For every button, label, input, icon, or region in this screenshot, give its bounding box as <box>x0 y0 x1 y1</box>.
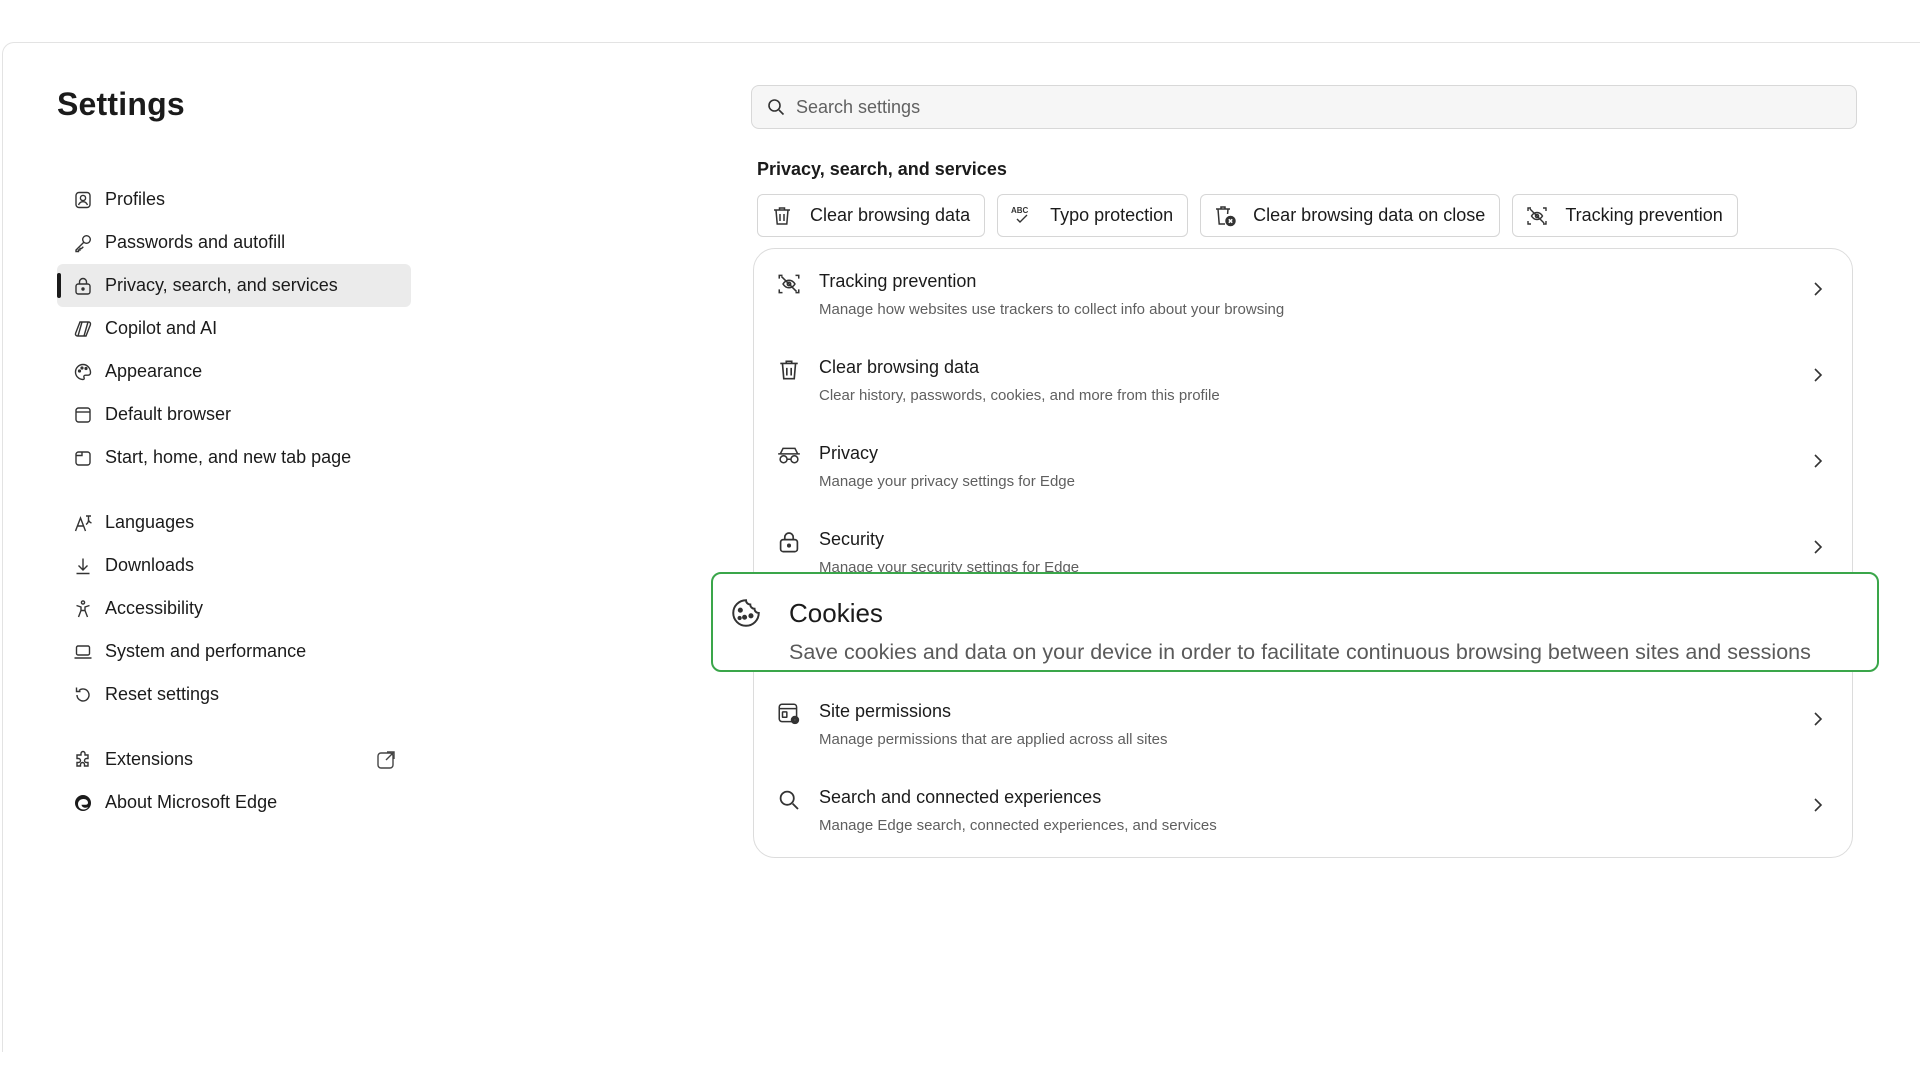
trash-icon <box>768 202 796 230</box>
trash-icon <box>776 357 802 383</box>
chevron-right-icon <box>1808 795 1828 815</box>
glasses-icon <box>776 443 802 469</box>
search-icon <box>766 97 786 117</box>
sidebar-item-profiles[interactable]: Profiles <box>57 178 411 221</box>
row-title: Cookies <box>789 598 883 628</box>
sidebar-item-default-browser[interactable]: Default browser <box>57 393 411 436</box>
sidebar-item-languages[interactable]: Languages <box>57 501 411 544</box>
reset-icon <box>71 683 95 707</box>
sidebar-item-label: Passwords and autofill <box>105 232 286 252</box>
trash-close-icon <box>1211 202 1239 230</box>
sidebar-item-start-home[interactable]: Start, home, and new tab page <box>57 436 411 479</box>
row-title: Privacy <box>819 443 879 463</box>
home-tab-icon <box>71 446 95 470</box>
sidebar-item-label: Extensions <box>105 749 194 769</box>
cookie-icon <box>729 596 763 630</box>
chevron-right-icon <box>1808 365 1828 385</box>
section-title: Privacy, search, and services <box>757 159 1007 179</box>
key-icon <box>71 231 95 255</box>
sidebar-item-downloads[interactable]: Downloads <box>57 544 411 587</box>
chevron-right-icon <box>1808 279 1828 299</box>
sidebar-item-label: Copilot and AI <box>105 318 218 338</box>
sidebar-item-label: Default browser <box>105 404 232 424</box>
sidebar-item-passwords[interactable]: Passwords and autofill <box>57 221 411 264</box>
search-icon <box>776 787 802 813</box>
chevron-right-icon <box>1808 537 1828 557</box>
profile-icon <box>71 188 95 212</box>
svg-text:ABC: ABC <box>1011 206 1029 215</box>
sidebar-item-reset[interactable]: Reset settings <box>57 673 411 716</box>
chevron-right-icon <box>1808 709 1828 729</box>
chip-typo-protection[interactable]: ABC Typo protection <box>997 194 1189 237</box>
languages-icon <box>71 511 95 535</box>
page-title: Settings <box>57 86 185 122</box>
sidebar-item-label: Appearance <box>105 361 203 381</box>
chip-tracking-prevention[interactable]: Tracking prevention <box>1512 194 1738 237</box>
open-external-icon[interactable] <box>375 749 397 771</box>
sidebar-item-label: About Microsoft Edge <box>105 792 278 812</box>
chip-label: Clear browsing data on close <box>1253 205 1486 225</box>
quick-links: Clear browsing data ABC Typo protection … <box>757 194 1738 237</box>
tracking-icon <box>1523 202 1551 230</box>
chip-label: Tracking prevention <box>1565 205 1723 225</box>
copilot-icon <box>71 317 95 341</box>
row-privacy[interactable]: Privacy Manage your privacy settings for… <box>754 421 1852 507</box>
search-input[interactable] <box>796 96 1796 118</box>
sidebar-item-system[interactable]: System and performance <box>57 630 411 673</box>
row-description: Manage your privacy settings for Edge <box>819 473 1075 490</box>
row-clear-browsing-data[interactable]: Clear browsing data Clear history, passw… <box>754 335 1852 421</box>
chip-label: Clear browsing data <box>810 205 971 225</box>
sidebar-item-appearance[interactable]: Appearance <box>57 350 411 393</box>
row-title: Tracking prevention <box>819 271 977 291</box>
sidebar-item-label: Languages <box>105 512 195 532</box>
edge-logo-icon <box>71 791 95 815</box>
row-title: Search and connected experiences <box>819 787 1102 807</box>
row-title: Security <box>819 529 885 549</box>
sidebar-item-about[interactable]: About Microsoft Edge <box>57 781 411 824</box>
sidebar-item-label: Privacy, search, and services <box>105 275 338 295</box>
chip-clear-on-close[interactable]: Clear browsing data on close <box>1200 194 1501 237</box>
chevron-right-icon <box>1808 451 1828 471</box>
sidebar-item-privacy[interactable]: Privacy, search, and services <box>57 264 411 307</box>
row-search-connected[interactable]: Search and connected experiences Manage … <box>754 765 1852 851</box>
row-description: Save cookies and data on your device in … <box>789 640 1811 664</box>
extensions-icon <box>71 748 95 772</box>
row-tracking-prevention[interactable]: Tracking prevention Manage how websites … <box>754 249 1852 335</box>
search-box[interactable] <box>751 85 1857 129</box>
chip-label: Typo protection <box>1050 205 1174 225</box>
laptop-icon <box>71 640 95 664</box>
row-description: Manage permissions that are applied acro… <box>819 731 1168 748</box>
abc-check-icon: ABC <box>1008 202 1036 230</box>
sidebar-item-copilot[interactable]: Copilot and AI <box>57 307 411 350</box>
sidebar-item-extensions[interactable]: Extensions <box>57 738 411 781</box>
sidebar-item-label: Downloads <box>105 555 195 575</box>
sidebar-item-accessibility[interactable]: Accessibility <box>57 587 411 630</box>
tracking-icon <box>776 271 802 297</box>
sidebar-item-label: Start, home, and new tab page <box>105 447 352 467</box>
row-site-permissions[interactable]: Site permissions Manage permissions that… <box>754 679 1852 765</box>
download-icon <box>71 554 95 578</box>
chip-clear-browsing-data[interactable]: Clear browsing data <box>757 194 986 237</box>
accessibility-icon <box>71 597 95 621</box>
sidebar-item-label: System and performance <box>105 641 307 661</box>
sidebar-item-label: Reset settings <box>105 684 220 704</box>
row-description: Manage how websites use trackers to coll… <box>819 301 1285 318</box>
browser-icon <box>71 403 95 427</box>
lock-icon <box>776 529 802 555</box>
row-title: Clear browsing data <box>819 357 980 377</box>
sidebar-nav: Profiles Passwords and autofill Privacy,… <box>57 178 411 824</box>
settings-card: Tracking prevention Manage how websites … <box>753 248 1853 858</box>
palette-icon <box>71 360 95 384</box>
row-description: Clear history, passwords, cookies, and m… <box>819 387 1220 404</box>
sidebar-item-label: Accessibility <box>105 598 204 618</box>
row-title: Site permissions <box>819 701 952 721</box>
sidebar-item-label: Profiles <box>105 189 166 209</box>
row-description: Manage Edge search, connected experience… <box>819 817 1217 834</box>
lock-icon <box>71 274 95 298</box>
row-cookies-highlighted[interactable]: Cookies Save cookies and data on your de… <box>711 572 1879 672</box>
site-permissions-icon <box>776 701 802 727</box>
